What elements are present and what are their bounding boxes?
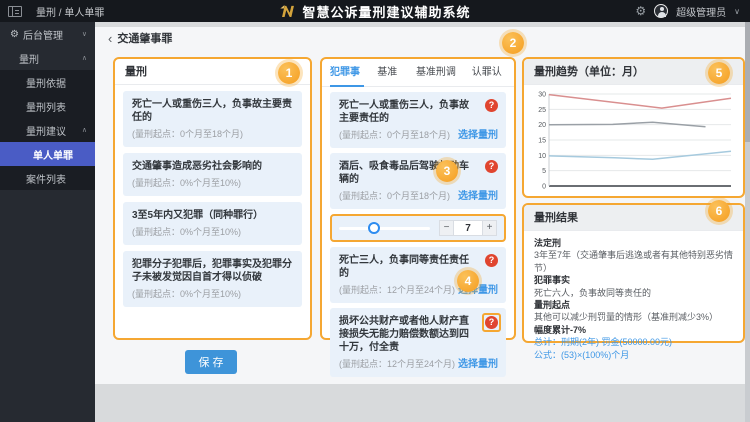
sidebar-item-case-list[interactable]: 案件列表 <box>0 166 95 190</box>
result-value-statutory: 3年至7年（交通肇事后逃逸或者有其他特别恶劣情节） <box>534 249 733 274</box>
sentencing-item[interactable]: 死亡一人或重伤三人，负事故主要责任的 (量刑起点：0个月至18个月) <box>123 91 302 147</box>
penalty-slider[interactable] <box>339 222 430 234</box>
chevron-down-icon: ∨ <box>82 30 87 38</box>
sentencing-item[interactable]: 3至5年内又犯罪（同种罪行） (量刑起点：0%个月至10%) <box>123 202 302 245</box>
value-stepper: − 7 + <box>439 220 497 236</box>
result-total: 总计：刑期(2年) 罚金(50000.00元) <box>534 336 733 348</box>
stepper-value-input[interactable]: 7 <box>454 220 482 236</box>
result-label-statutory: 法定刑 <box>534 237 733 249</box>
sidebar-item-sentencing-basis[interactable]: 量刑依据 <box>0 70 95 94</box>
trend-chart-container: 0 5 10 15 20 25 30 <box>524 85 743 200</box>
vertical-scrollbar[interactable] <box>745 22 750 422</box>
username[interactable]: 超级管理员 <box>676 4 726 19</box>
tab-base-penalty[interactable]: 基准刑 <box>377 59 403 87</box>
step-badge-3: 3 <box>436 160 458 182</box>
result-label-facts: 犯罪事实 <box>534 274 733 286</box>
svg-text:0: 0 <box>542 184 546 191</box>
main-content: ‹ 交通肇事罪 量刑 死亡一人或重伤三人，负事故主要责任的 (量刑起点：0个月至… <box>95 22 750 422</box>
scrollbar-thumb[interactable] <box>745 22 750 142</box>
sidebar-nav: ⚙ 后台管理 ∨ 量刑 ∧ 量刑依据 量刑列表 量刑建议 ∧ 单人单罪 案件列表 <box>0 22 95 422</box>
step-badge-6: 6 <box>708 200 730 222</box>
breadcrumb: 量刑 / 单人单罪 <box>36 4 104 19</box>
help-question-icon[interactable]: ? <box>485 254 498 267</box>
tab-crime-facts[interactable]: 犯罪事实 <box>330 59 364 87</box>
user-menu-chevron-down-icon[interactable]: ∨ <box>734 7 740 16</box>
fact-item[interactable]: 死亡三人，负事同等责任责任的 (量刑起点：12个月至24个月) ? 选择量刑 <box>330 247 506 303</box>
header-actions: ⚙ 超级管理员 ∨ <box>635 4 740 19</box>
select-sentencing-link[interactable]: 选择量刑 <box>458 187 498 202</box>
stepper-plus-button[interactable]: + <box>482 220 497 236</box>
penalty-slider-row: − 7 + <box>330 214 506 242</box>
slider-handle[interactable] <box>368 222 380 234</box>
sidebar-item-single-person-crime[interactable]: 单人单罪 <box>0 142 95 166</box>
stepper-minus-button[interactable]: − <box>439 220 454 236</box>
back-link[interactable]: ‹ 交通肇事罪 <box>108 30 172 46</box>
chevron-up-icon: ∧ <box>82 126 87 134</box>
app-title: 智慧公诉量刑建议辅助系统 <box>302 2 470 21</box>
svg-text:25: 25 <box>538 107 546 114</box>
back-arrow-icon: ‹ <box>108 31 112 46</box>
fact-item[interactable]: 死亡一人或重伤三人，负事故主要责任的 (量刑起点：0个月至18个月) ? 选择量… <box>330 92 506 148</box>
chevron-up-icon: ∧ <box>82 54 87 62</box>
app-root: 量刑 / 单人单罪 智慧公诉量刑建议辅助系统 ⚙ 超级管理员 ∨ ⚙ 后台管理 … <box>0 0 750 422</box>
svg-text:30: 30 <box>538 92 546 99</box>
svg-text:5: 5 <box>542 168 546 175</box>
brand: 智慧公诉量刑建议辅助系统 <box>279 2 470 21</box>
select-sentencing-link[interactable]: 选择量刑 <box>458 355 498 370</box>
collapse-sidebar-icon[interactable] <box>8 6 22 17</box>
step-badge-5: 5 <box>708 62 730 84</box>
sentencing-item[interactable]: 交通肇事造成恶劣社会影响的 (量刑起点：0%个月至10%) <box>123 153 302 196</box>
facts-tab-bar: 犯罪事实 基准刑 基准刑调节 认罪认罚 <box>322 59 514 87</box>
step-badge-2: 2 <box>502 32 524 54</box>
result-body: 法定刑 3年至7年（交通肇事后逃逸或者有其他特别恶劣情节） 犯罪事实 死亡六人，… <box>524 231 743 361</box>
result-label-start-point: 量刑起点 <box>534 299 733 311</box>
fact-item[interactable]: 酒后、吸食毒品后驾驶机动车辆的 (量刑起点：0个月至18个月) ? 选择量刑 <box>330 153 506 209</box>
result-cumulative: 幅度累计-7% <box>534 324 733 336</box>
app-logo-icon <box>279 3 296 19</box>
slider-track[interactable] <box>339 227 430 230</box>
step-badge-1: 1 <box>278 62 300 84</box>
tab-base-penalty-adjust[interactable]: 基准刑调节 <box>416 59 459 87</box>
select-sentencing-link[interactable]: 选择量刑 <box>458 126 498 141</box>
sidebar-item-sentencing[interactable]: 量刑 ∧ <box>0 46 95 70</box>
top-header: 量刑 / 单人单罪 智慧公诉量刑建议辅助系统 ⚙ 超级管理员 ∨ <box>0 0 750 22</box>
fact-item[interactable]: 损坏公共财产或者他人财产直接损失无能力赔偿数额达到四十万，付全责 (量刑起点：1… <box>330 308 506 377</box>
help-question-icon[interactable]: ? <box>485 99 498 112</box>
result-value-facts: 死亡六人，负事故同等责任的 <box>534 287 733 299</box>
svg-text:10: 10 <box>538 153 546 160</box>
result-value-start-point: 其他可以减少刑罚量的情形（基准刑减少3%） <box>534 311 733 323</box>
crime-facts-panel: 犯罪事实 基准刑 基准刑调节 认罪认罚 死亡一人或重伤三人，负事故主要责任的 (… <box>320 57 516 340</box>
sentencing-panel: 量刑 死亡一人或重伤三人，负事故主要责任的 (量刑起点：0个月至18个月) 交通… <box>113 57 312 340</box>
crime-page-title: 交通肇事罪 <box>117 30 172 46</box>
gear-icon: ⚙ <box>10 29 19 40</box>
help-question-icon-highlighted[interactable]: ? <box>482 313 501 332</box>
result-formula: 公式：(53)×(100%)个月 <box>534 349 733 361</box>
sidebar-item-backend-admin[interactable]: ⚙ 后台管理 ∨ <box>0 22 95 46</box>
save-button[interactable]: 保 存 <box>185 350 237 374</box>
result-panel: 量刑结果 法定刑 3年至7年（交通肇事后逃逸或者有其他特别恶劣情节） 犯罪事实 … <box>522 203 745 343</box>
trend-line-chart: 0 5 10 15 20 25 30 <box>532 89 735 195</box>
step-badge-4: 4 <box>457 270 479 292</box>
sentencing-item[interactable]: 犯罪分子犯罪后，犯罪事实及犯罪分子未被发觉因自首才得以侦破 (量刑起点：0%个月… <box>123 251 302 307</box>
upper-red-line <box>549 95 731 109</box>
user-avatar[interactable] <box>654 4 668 18</box>
help-question-icon[interactable]: ? <box>485 160 498 173</box>
sidebar-item-sentencing-suggestion[interactable]: 量刑建议 ∧ <box>0 118 95 142</box>
svg-text:20: 20 <box>538 122 546 129</box>
settings-gear-icon[interactable]: ⚙ <box>635 4 646 18</box>
tab-plea[interactable]: 认罪认罚 <box>472 59 506 87</box>
svg-text:15: 15 <box>538 138 546 145</box>
sidebar-item-sentencing-list[interactable]: 量刑列表 <box>0 94 95 118</box>
